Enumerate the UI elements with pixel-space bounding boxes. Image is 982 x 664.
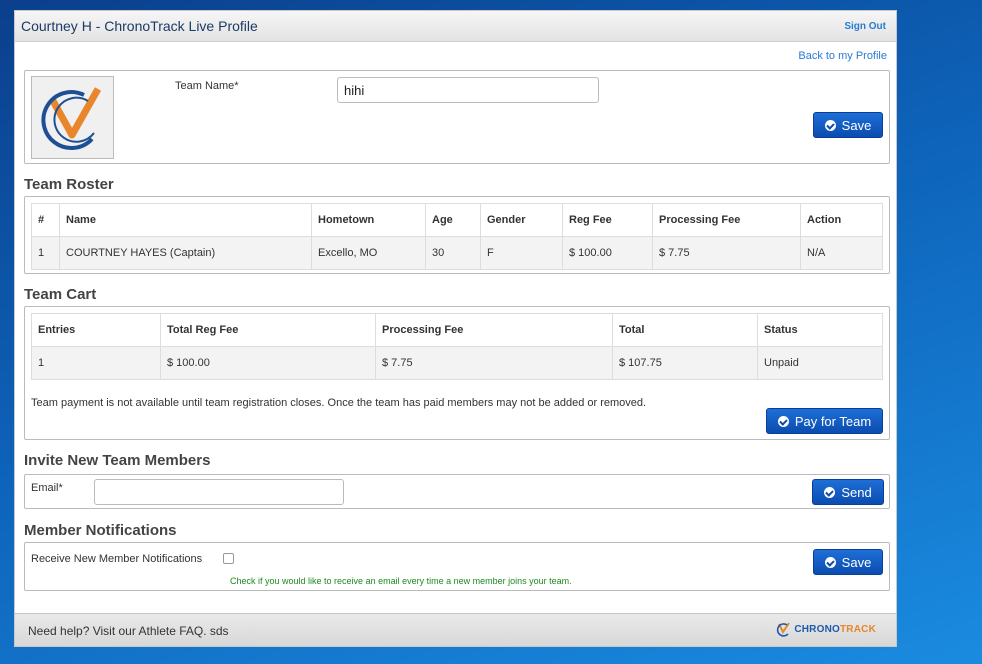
- cart-header-row: Entries Total Reg Fee Processing Fee Tot…: [31, 313, 883, 347]
- sign-out-link[interactable]: Sign Out: [844, 21, 886, 32]
- page-title: Courtney H - ChronoTrack Live Profile: [21, 18, 258, 34]
- cart-col-total: Total: [612, 313, 758, 347]
- team-logo[interactable]: [31, 76, 114, 159]
- cart-col-total-reg-fee: Total Reg Fee: [160, 313, 376, 347]
- chronotrack-brand: CHRONOTRACK: [776, 621, 876, 637]
- check-circle-icon: [824, 486, 836, 498]
- roster-header-row: # Name Hometown Age Gender Reg Fee Proce…: [31, 203, 883, 237]
- roster-cell-processing-fee: $ 7.75: [652, 236, 801, 270]
- notifications-help-text: Check if you would like to receive an em…: [230, 576, 572, 586]
- team-cart-panel: Entries Total Reg Fee Processing Fee Tot…: [24, 306, 890, 440]
- check-circle-icon: [824, 556, 836, 568]
- save-team-name-label: Save: [841, 117, 872, 133]
- email-label: Email*: [31, 482, 63, 494]
- team-name-label: Team Name*: [175, 80, 239, 92]
- roster-cell-gender: F: [480, 236, 563, 270]
- save-notifications-button[interactable]: Save: [813, 549, 883, 575]
- chronotrack-logo-icon: [41, 87, 102, 150]
- chronotrack-mark-icon: [777, 622, 791, 637]
- profile-window: Courtney H - ChronoTrack Live Profile Si…: [14, 10, 897, 647]
- cart-cell-total: $ 107.75: [612, 346, 758, 380]
- roster-col-hometown: Hometown: [311, 203, 426, 237]
- cart-cell-processing-fee: $ 7.75: [375, 346, 613, 380]
- cart-col-processing-fee: Processing Fee: [375, 313, 613, 347]
- team-roster-table: # Name Hometown Age Gender Reg Fee Proce…: [31, 203, 883, 270]
- team-name-input[interactable]: [337, 77, 599, 103]
- member-notifications-heading: Member Notifications: [24, 522, 177, 539]
- brand-accent-text: TRACK: [840, 623, 876, 635]
- team-cart-heading: Team Cart: [24, 286, 97, 303]
- chronotrack-wordmark: CHRONOTRACK: [794, 624, 876, 635]
- table-row: 1 $ 100.00 $ 7.75 $ 107.75 Unpaid: [31, 346, 883, 380]
- roster-col-name: Name: [59, 203, 312, 237]
- roster-cell-number: 1: [31, 236, 60, 270]
- footer: Need help? Visit our Athlete FAQ. sds CH…: [15, 613, 896, 646]
- payment-availability-note: Team payment is not available until team…: [31, 397, 647, 409]
- roster-col-number: #: [31, 203, 60, 237]
- notifications-panel: Receive New Member Notifications Check i…: [24, 542, 890, 591]
- roster-cell-reg-fee: $ 100.00: [562, 236, 653, 270]
- brand-main-text: CHRONO: [794, 623, 840, 635]
- cart-col-status: Status: [757, 313, 883, 347]
- cart-cell-entries: 1: [31, 346, 161, 380]
- table-row: 1 COURTNEY HAYES (Captain) Excello, MO 3…: [31, 236, 883, 270]
- title-bar: Courtney H - ChronoTrack Live Profile Si…: [15, 11, 896, 42]
- notifications-checkbox[interactable]: [223, 553, 234, 564]
- pay-for-team-button[interactable]: Pay for Team: [766, 408, 883, 434]
- cart-cell-total-reg-fee: $ 100.00: [160, 346, 376, 380]
- invite-members-heading: Invite New Team Members: [24, 452, 211, 469]
- team-roster-panel: # Name Hometown Age Gender Reg Fee Proce…: [24, 196, 890, 274]
- roster-cell-name: COURTNEY HAYES (Captain): [59, 236, 312, 270]
- check-circle-icon: [824, 119, 836, 131]
- roster-col-gender: Gender: [480, 203, 563, 237]
- send-invite-button[interactable]: Send: [812, 479, 884, 505]
- back-to-profile-link[interactable]: Back to my Profile: [798, 50, 887, 62]
- roster-col-age: Age: [425, 203, 481, 237]
- send-invite-label: Send: [841, 484, 872, 500]
- team-roster-heading: Team Roster: [24, 176, 114, 193]
- roster-cell-action: N/A: [800, 236, 883, 270]
- help-faq-link[interactable]: Need help? Visit our Athlete FAQ. sds: [28, 624, 229, 638]
- team-cart-table: Entries Total Reg Fee Processing Fee Tot…: [31, 313, 883, 380]
- save-team-name-button[interactable]: Save: [813, 112, 883, 138]
- pay-for-team-label: Pay for Team: [794, 413, 872, 429]
- save-notifications-label: Save: [841, 554, 872, 570]
- roster-cell-age: 30: [425, 236, 481, 270]
- check-circle-icon: [777, 415, 789, 427]
- invite-panel: Email* Send: [24, 474, 890, 509]
- roster-col-processing-fee: Processing Fee: [652, 203, 801, 237]
- cart-col-entries: Entries: [31, 313, 161, 347]
- cart-cell-status: Unpaid: [757, 346, 883, 380]
- roster-col-action: Action: [800, 203, 883, 237]
- email-field[interactable]: [94, 479, 344, 505]
- team-name-panel: Team Name* Save: [24, 70, 890, 164]
- notifications-checkbox-label: Receive New Member Notifications: [31, 553, 203, 565]
- roster-cell-hometown: Excello, MO: [311, 236, 426, 270]
- roster-col-reg-fee: Reg Fee: [562, 203, 653, 237]
